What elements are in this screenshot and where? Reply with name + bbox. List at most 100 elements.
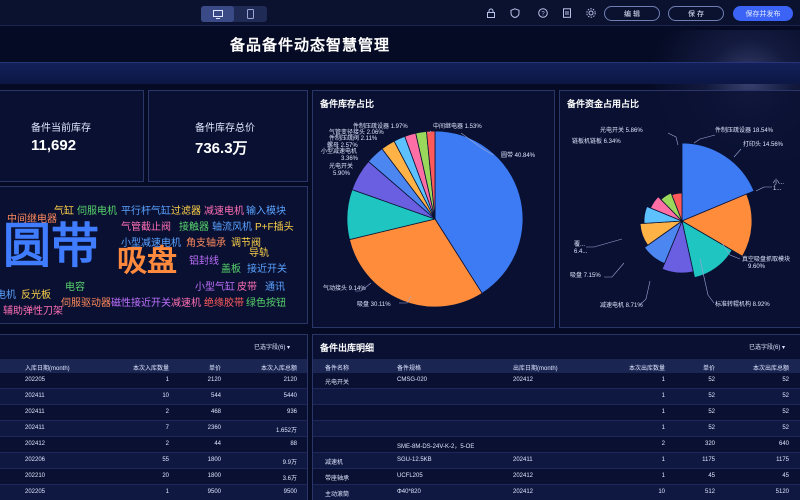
pie-data-label: 覆... <box>574 241 585 248</box>
capital-share-pie: 光电开关 5.86% 链板机链板 6.34% 件制压疏设器 18.54% 打印头 14… <box>570 126 790 309</box>
word-cloud-term: 绿色按钮 <box>246 298 286 309</box>
table-row[interactable]: 主动滚筒 Φ40*820 202412 10 512 5120 <box>313 485 800 500</box>
edit-button[interactable]: 编 辑 <box>604 6 660 21</box>
help-icon: ? <box>538 8 548 18</box>
table-row[interactable]: SME-8M-DS-24V-K-2，5-OE 2 320 640 <box>313 437 800 453</box>
column-header[interactable]: 出库日期(month) <box>513 363 558 372</box>
mobile-view-button[interactable] <box>234 6 267 22</box>
word-cloud-term: 角支轴承 <box>186 238 226 249</box>
word-cloud-term: 导轨 <box>249 248 269 259</box>
table-row[interactable]: 光电开关 CMSG-020 202412 1 52 52 <box>313 373 800 389</box>
table-cell: 2 <box>661 441 665 447</box>
column-header[interactable]: 单价 <box>703 363 715 372</box>
word-cloud-term: 输入模块 <box>246 206 286 217</box>
column-header[interactable]: 本次出库数量 <box>629 363 665 372</box>
table-cell: 20 <box>162 473 169 479</box>
table-cell: 202205 <box>25 489 46 495</box>
lock-button[interactable] <box>485 7 497 19</box>
field-selector-dropdown[interactable]: 已选字段(6) ▾ <box>749 342 785 351</box>
word-cloud-term: P+F插头 <box>255 222 294 233</box>
pie-data-label: 减速电机 8.71% <box>600 301 643 309</box>
pie-data-label: 小型减速电机 <box>321 147 357 155</box>
stock-share-chart-panel: 备件库存占比 中间继电器 1.53% 件制压疏设器 1.97% 气管变径接头 2.0… <box>312 90 555 328</box>
phone-icon <box>247 9 254 19</box>
word-cloud-term: 气缸 <box>54 206 74 217</box>
lock-icon <box>487 8 495 18</box>
table-cell: 320 <box>704 441 715 447</box>
table-row[interactable]: 202411 7 2360 1.652万 <box>0 421 307 437</box>
word-cloud-term: 减速电机 <box>204 206 244 217</box>
table-cell: 88 <box>290 441 297 447</box>
table-row[interactable]: 1 52 52 <box>313 405 800 421</box>
table-cell: 2120 <box>283 377 297 383</box>
kpi-value: 736.3万 <box>195 140 248 157</box>
settings-button[interactable] <box>585 7 597 19</box>
table-row[interactable]: 202205 1 9500 9500 <box>0 485 307 500</box>
field-selector-dropdown[interactable]: 已选字段(6) ▾ <box>254 342 290 351</box>
table-cell: Φ40*820 <box>397 489 421 495</box>
pie-data-label: 小... <box>773 178 784 186</box>
word-cloud-term: 平行杆气缸 <box>121 206 171 217</box>
column-header[interactable]: 本次出库总额 <box>753 363 789 372</box>
table-row[interactable]: 1 52 52 <box>313 389 800 405</box>
table-cell: 45 <box>708 473 715 479</box>
column-header[interactable]: 入库日期(month) <box>25 363 70 372</box>
table-cell: 5440 <box>283 393 297 399</box>
table-row[interactable]: 202412 2 44 88 <box>0 437 307 453</box>
table-row[interactable]: 202205 1 2120 2120 <box>0 373 307 389</box>
word-cloud-term: 气管截止阀 <box>121 222 171 233</box>
table-cell: 202412 <box>513 489 534 495</box>
table-cell: 202205 <box>25 377 46 383</box>
help-button[interactable]: ? <box>537 7 549 19</box>
document-button[interactable] <box>561 7 573 19</box>
table-cell: UCFL205 <box>397 473 423 479</box>
stock-share-pie: 中间继电器 1.53% 件制压疏设器 1.97%气管变径接头 2.06%件制压疏阀… <box>321 122 536 308</box>
table-cell: 52 <box>708 393 715 399</box>
table-row[interactable]: 带座轴承 UCFL205 202412 1 45 45 <box>313 469 800 485</box>
word-cloud-term: 接触器 <box>179 222 209 233</box>
column-header[interactable]: 本次入库总额 <box>261 363 297 372</box>
table-cell: 带座轴承 <box>325 476 350 482</box>
outbound-detail-table: 备件出库明细 已选字段(6) ▾ 备件名称 备件规格 出库日期(month) 本次出库… <box>312 334 800 500</box>
shield-button[interactable] <box>509 7 521 19</box>
table-cell: 936 <box>286 409 297 415</box>
table-cell: 468 <box>210 409 221 415</box>
gear-icon <box>586 8 596 18</box>
table-row[interactable]: 202411 2 468 936 <box>0 405 307 421</box>
desktop-view-button[interactable] <box>201 6 234 22</box>
column-header[interactable]: 单价 <box>209 363 221 372</box>
table-cell: 1 <box>661 377 665 383</box>
table-row[interactable]: 202210 20 1800 3.6万 <box>0 469 307 485</box>
table-cell: 52 <box>782 377 789 383</box>
column-header[interactable]: 备件规格 <box>397 363 421 372</box>
column-header[interactable]: 本次入库数量 <box>133 363 169 372</box>
save-and-publish-button[interactable]: 保存并发布 <box>733 6 793 21</box>
table-cell: 1175 <box>776 457 789 463</box>
table-cell: 10 <box>162 393 169 399</box>
table-row[interactable]: 减速机 SGU-12.5KB 202411 1 1175 1175 <box>313 453 800 469</box>
word-cloud-term: 过滤器 <box>171 206 201 217</box>
word-cloud-term: 辅助弹性刀架 <box>3 306 63 317</box>
table-cell: CMSG-020 <box>397 377 428 383</box>
pie-data-label: 光电开关 <box>329 162 353 170</box>
pie-leader-line <box>604 262 625 278</box>
table-row[interactable]: 202206 55 1800 9.9万 <box>0 453 307 469</box>
table-cell: 3.6万 <box>282 476 297 482</box>
word-cloud-term: 小型减速电机 <box>121 238 181 249</box>
dashboard-title: 备品备件动态智慧管理 <box>229 37 390 54</box>
table-cell: 9500 <box>283 489 297 495</box>
column-header[interactable]: 备件名称 <box>325 363 349 372</box>
pie-data-label: 吸盘 7.15% <box>570 271 601 279</box>
table-cell: 9.9万 <box>282 460 297 466</box>
word-cloud-term: 减速机 <box>171 298 201 309</box>
table-title: 备件出库明细 <box>320 343 375 353</box>
pie-leader-line <box>667 132 679 146</box>
save-button[interactable]: 保 存 <box>668 6 724 21</box>
table-cell: 202411 <box>25 425 45 431</box>
table-cell: 52 <box>782 393 789 399</box>
table-row[interactable]: 202411 10 544 5440 <box>0 389 307 405</box>
pie-data-label: 圆带 40.84% <box>501 151 536 159</box>
pie-data-label: 9.60% <box>748 264 766 270</box>
table-cell: 202412 <box>513 473 534 479</box>
table-row[interactable]: 1 52 52 <box>313 421 800 437</box>
